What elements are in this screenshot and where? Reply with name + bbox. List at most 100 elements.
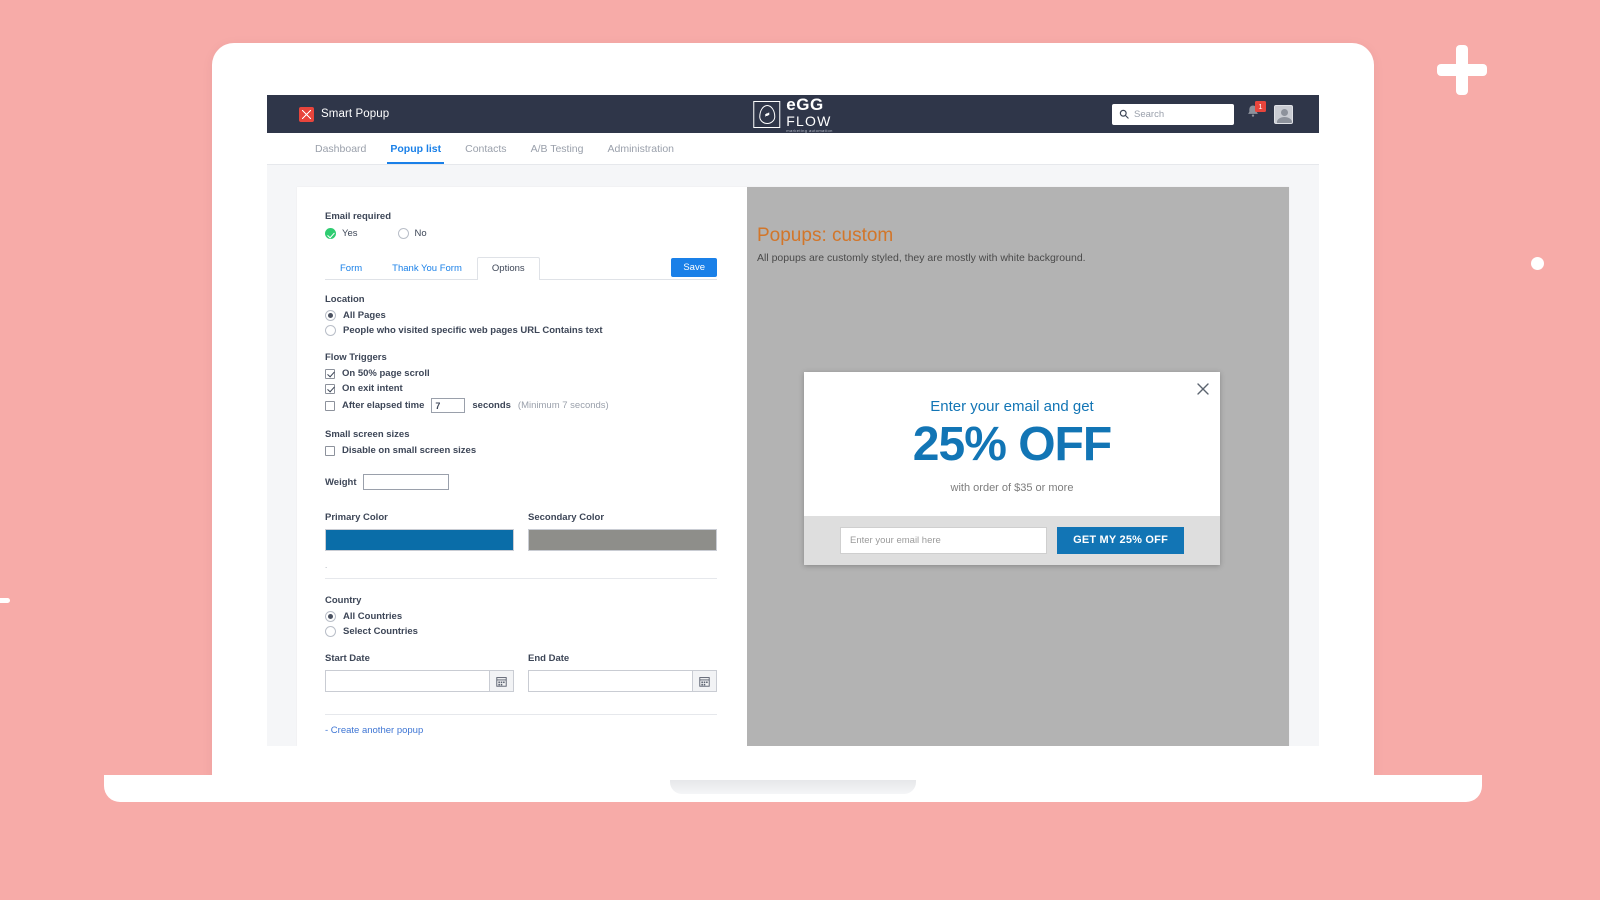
flow-triggers-title: Flow Triggers xyxy=(325,352,387,363)
radio-unchecked-icon xyxy=(397,228,409,239)
search-icon xyxy=(1119,109,1129,119)
notification-badge: 1 xyxy=(1255,101,1266,112)
email-required-radio-group: Yes No xyxy=(325,228,717,239)
email-required-yes-label: Yes xyxy=(342,228,358,239)
popup-cta-button[interactable]: GET MY 25% OFF xyxy=(1057,526,1184,554)
close-button[interactable] xyxy=(1196,382,1210,396)
location-specific-pages[interactable]: People who visited specific web pages UR… xyxy=(325,325,717,336)
checkbox-unchecked-icon xyxy=(325,400,335,411)
primary-color-label: Primary Color xyxy=(325,512,388,523)
weight-field: Weight xyxy=(325,474,717,490)
tab-options[interactable]: Options xyxy=(476,257,540,280)
elapsed-unit-label: seconds xyxy=(472,400,511,411)
calendar-icon xyxy=(699,676,710,687)
brand-area[interactable]: Smart Popup xyxy=(299,106,390,122)
elapsed-hint: (Minimum 7 seconds) xyxy=(517,400,609,411)
checkbox-checked-icon xyxy=(325,368,335,379)
location-title: Location xyxy=(325,294,365,305)
weight-input[interactable] xyxy=(362,474,449,490)
sidebar-item-popup-list[interactable]: Popup list xyxy=(378,133,453,164)
save-button[interactable]: Save xyxy=(671,258,717,277)
disable-small-screens[interactable]: Disable on small screen sizes xyxy=(325,445,717,456)
small-screen-title: Small screen sizes xyxy=(325,429,410,440)
radio-checked-icon xyxy=(325,611,336,622)
tab-thank-you-form[interactable]: Thank You Form xyxy=(377,257,477,280)
sidebar-item-dashboard[interactable]: Dashboard xyxy=(303,133,378,164)
close-icon xyxy=(1197,383,1209,395)
create-another-popup-link[interactable]: - Create another popup xyxy=(325,725,717,736)
trigger-elapsed-time[interactable]: After elapsed time seconds (Minimum 7 se… xyxy=(325,398,717,413)
brand-label: Smart Popup xyxy=(321,108,390,120)
tab-form[interactable]: Form xyxy=(325,257,377,280)
location-specific-pages-label: People who visited specific web pages UR… xyxy=(343,325,603,336)
popup-editor-card: Email required Yes No Form Thank You For… xyxy=(297,187,1289,746)
location-all-pages[interactable]: All Pages xyxy=(325,310,717,321)
notifications-button[interactable]: 1 xyxy=(1246,101,1266,124)
flow-triggers-section: Flow Triggers On 50% page scroll On exit… xyxy=(325,352,717,413)
country-select-label: Select Countries xyxy=(343,626,418,637)
elapsed-seconds-input[interactable] xyxy=(431,398,466,413)
app-viewport: Smart Popup eGG FLOW marketing automatio… xyxy=(267,95,1319,746)
location-all-pages-label: All Pages xyxy=(343,310,386,321)
checkbox-unchecked-icon xyxy=(325,445,335,456)
laptop-base xyxy=(104,780,1482,802)
popup-form-row: Enter your email here GET MY 25% OFF xyxy=(804,515,1220,565)
page-subtitle: All popups are customly styled, they are… xyxy=(757,252,1086,264)
country-all-label: All Countries xyxy=(343,611,403,622)
color-pickers: Primary Color Secondary Color xyxy=(325,512,717,551)
email-required-label: Email required xyxy=(325,211,391,222)
email-required-yes[interactable]: Yes xyxy=(325,228,358,239)
page-content: Email required Yes No Form Thank You For… xyxy=(267,165,1319,746)
popup-heading: Enter your email and get xyxy=(930,398,1094,415)
egg-logo-icon xyxy=(753,100,781,128)
start-date-label: Start Date xyxy=(325,653,370,664)
start-date-field: Start Date xyxy=(325,653,514,692)
popup-note: with order of $35 or more xyxy=(950,481,1074,494)
primary-tab-bar: Dashboard Popup list Contacts A/B Testin… xyxy=(267,133,1319,165)
small-screen-section: Small screen sizes Disable on small scre… xyxy=(325,429,717,456)
trigger-exit-intent[interactable]: On exit intent xyxy=(325,383,717,394)
page-title: Popups: custom xyxy=(757,225,894,246)
start-date-input-wrap xyxy=(325,670,514,692)
end-date-label: End Date xyxy=(528,653,570,664)
country-section: Country All Countries Select Countries xyxy=(325,595,717,637)
end-date-input[interactable] xyxy=(529,671,692,691)
start-date-calendar-button[interactable] xyxy=(489,671,513,691)
form-tab-bar: Form Thank You Form Options Save xyxy=(325,257,717,280)
trigger-page-scroll[interactable]: On 50% page scroll xyxy=(325,368,717,379)
radio-unchecked-icon xyxy=(325,325,336,336)
weight-label: Weight xyxy=(325,476,357,488)
email-required-no[interactable]: No xyxy=(397,228,427,239)
primary-color-swatch[interactable] xyxy=(325,529,514,551)
eggflow-logo: eGG FLOW marketing automation xyxy=(753,96,832,133)
trigger-elapsed-time-label: After elapsed time xyxy=(342,400,425,411)
start-date-input[interactable] xyxy=(326,671,489,691)
avatar[interactable] xyxy=(1274,104,1293,124)
sidebar-item-contacts[interactable]: Contacts xyxy=(453,133,518,164)
checkbox-checked-icon xyxy=(325,383,335,394)
section-divider xyxy=(325,578,717,579)
logo-line-1: eGG xyxy=(786,95,824,114)
laptop-mockup: Smart Popup eGG FLOW marketing automatio… xyxy=(0,0,1600,900)
radio-unchecked-icon xyxy=(325,626,336,637)
popup-email-input[interactable]: Enter your email here xyxy=(840,526,1048,554)
country-all[interactable]: All Countries xyxy=(325,611,717,622)
date-range-fields: Start Date End Date xyxy=(325,653,717,692)
country-title: Country xyxy=(325,595,362,606)
end-date-input-wrap xyxy=(528,670,717,692)
top-navbar: Smart Popup eGG FLOW marketing automatio… xyxy=(267,95,1319,133)
secondary-color-swatch[interactable] xyxy=(528,529,717,551)
end-date-calendar-button[interactable] xyxy=(692,671,716,691)
radio-checked-icon xyxy=(325,310,336,321)
logo-tagline: marketing automation xyxy=(786,127,833,133)
smart-popup-icon xyxy=(299,106,314,122)
search-placeholder: Search xyxy=(1134,108,1165,120)
trigger-exit-intent-label: On exit intent xyxy=(342,383,403,394)
location-section: Location All Pages People who visited sp… xyxy=(325,294,717,336)
primary-color-field: Primary Color xyxy=(325,512,514,551)
country-select[interactable]: Select Countries xyxy=(325,626,717,637)
sidebar-item-administration[interactable]: Administration xyxy=(595,133,686,164)
sidebar-item-ab-testing[interactable]: A/B Testing xyxy=(519,133,596,164)
search-input[interactable]: Search xyxy=(1112,103,1234,125)
disable-small-screens-label: Disable on small screen sizes xyxy=(342,445,477,456)
